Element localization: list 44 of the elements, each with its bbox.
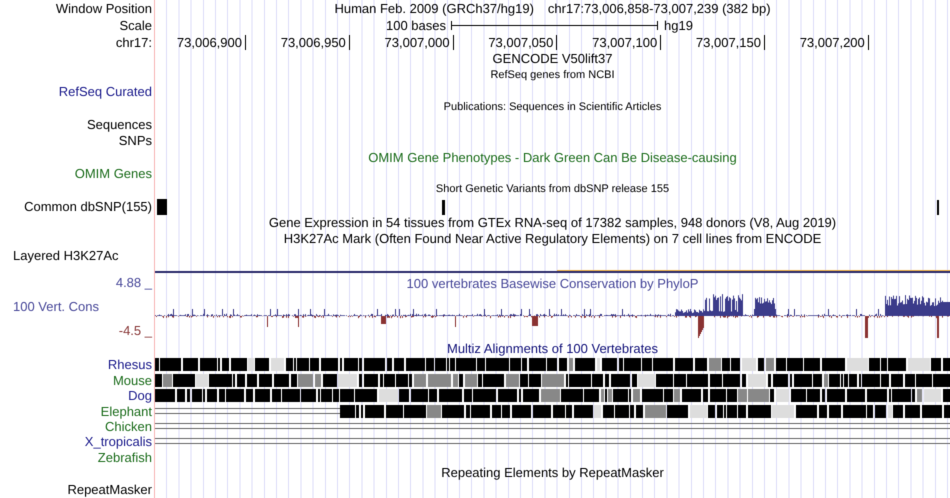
track-title: Publications: Sequences in Scientific Articles (442, 100, 662, 116)
track-title: Gene Expression in 54 tissues from GTEx RNA-seq of 17382 samples, 948 donors (V8, Aug 2019) (268, 215, 838, 232)
row-label: Window Position (54, 0, 153, 17)
axis-max-label: 4.88 _ (114, 276, 154, 290)
ruler-tick-label: 73,007,100 (592, 34, 658, 51)
position-range-text: chr17:73,006,858-73,007,239 (382 bp) (548, 0, 771, 17)
ruler-tick-label: 73,007,200 (800, 34, 866, 51)
track-title: Multiz Alignments of 100 Vertebrates (446, 341, 659, 358)
species-label[interactable]: Chicken (0, 418, 155, 434)
species-label[interactable]: X_tropicalis (0, 434, 155, 450)
track-label[interactable]: Sequences (0, 116, 155, 133)
track-title: H3K27Ac Mark (Often Found Near Active Regulatory Elements) on 7 cell lines from ENCODE (282, 231, 822, 248)
ruler-tick-label: 73,007,000 (384, 34, 451, 51)
snp-mark[interactable] (937, 200, 939, 215)
row-label: Scale (118, 17, 153, 34)
track-label[interactable]: Common dbSNP(155) (0, 198, 155, 215)
track-title: RefSeq genes from NCBI (489, 68, 616, 83)
track-label[interactable]: RefSeq Curated (0, 84, 155, 100)
track-title: GENCODE V50lift37 (492, 51, 614, 68)
scale-text: 100 bases (386, 17, 446, 34)
snp-mark[interactable] (442, 200, 445, 215)
track-label[interactable]: RepeatMasker (0, 482, 155, 498)
track-title: 100 vertebrates Basewise Conservation by PhyloP (406, 276, 700, 292)
row-label: chr17: (114, 34, 153, 51)
track-title: OMIM Gene Phenotypes - Dark Green Can Be Disease-causing (367, 150, 738, 166)
species-label[interactable]: Elephant (0, 404, 155, 419)
snp-mark[interactable] (157, 198, 167, 215)
ruler-tick-label: 73,007,050 (488, 34, 554, 51)
track-title: Short Genetic Variants from dbSNP release 155 (434, 182, 670, 198)
track-label[interactable]: OMIM Genes (0, 166, 155, 182)
ruler-tick-label: 73,007,150 (696, 34, 762, 51)
track-title: Repeating Elements by RepeatMasker (440, 465, 665, 482)
species-label[interactable]: Zebrafish (0, 450, 155, 465)
ruler-tick-label: 73,006,900 (176, 34, 243, 51)
species-label[interactable]: Dog (0, 388, 155, 404)
axis-min-label: -4.5 _ (118, 324, 154, 338)
track-label[interactable]: Layered H3K27Ac (0, 248, 155, 264)
assembly-text: Human Feb. 2009 (GRCh37/hg19) (334, 0, 534, 17)
database-text: hg19 (664, 17, 693, 34)
species-label[interactable]: Mouse (0, 372, 155, 388)
track-label[interactable]: SNPs (0, 133, 155, 150)
track-label[interactable]: 100 Vert. Cons (0, 298, 155, 315)
ruler-tick-label: 73,006,950 (280, 34, 347, 51)
species-label[interactable]: Rhesus (0, 357, 155, 372)
